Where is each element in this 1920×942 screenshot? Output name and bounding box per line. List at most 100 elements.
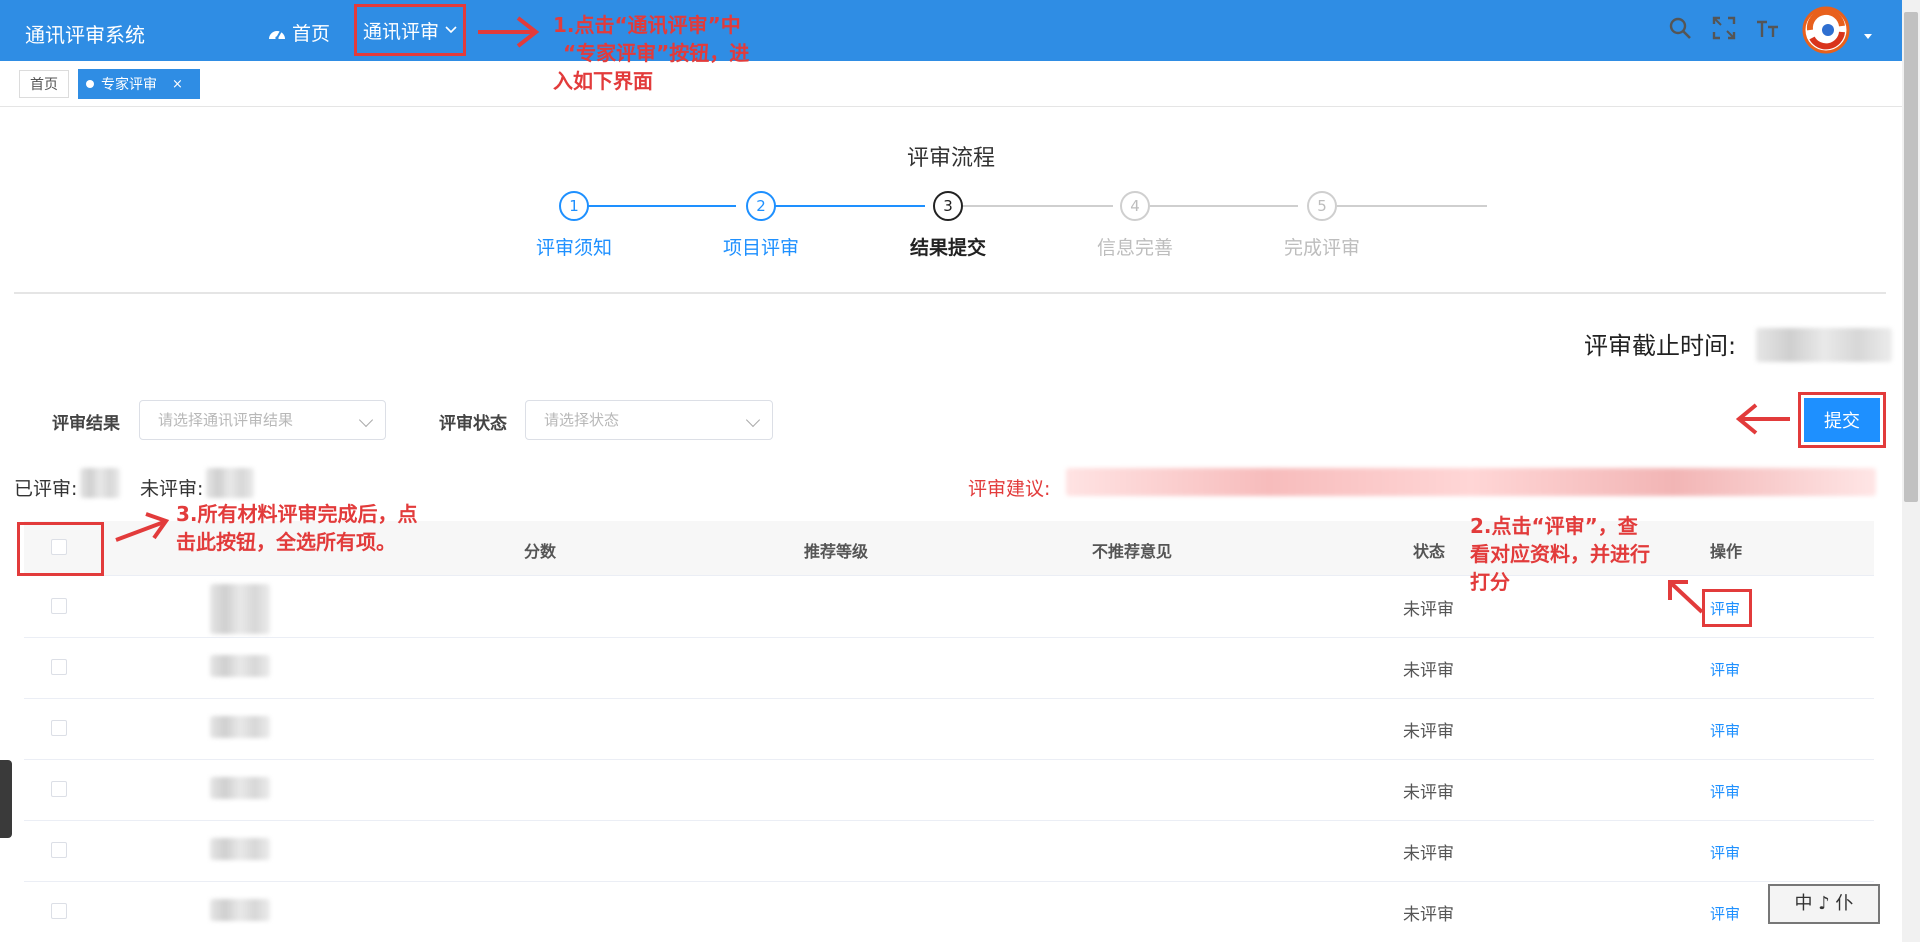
dashboard-icon — [269, 30, 285, 40]
annotation-step1-line3: 入如下界面 — [553, 69, 653, 93]
row-status: 未评审 — [1403, 844, 1454, 864]
row-status: 未评审 — [1403, 600, 1454, 620]
nav-review-menu[interactable]: 通讯评审 — [354, 4, 466, 56]
nav-home-label: 首页 — [292, 23, 331, 45]
tag-bar: 首页 专家评审 × — [0, 61, 1902, 107]
annotation-step2-line2: 看对应资料，并进行 — [1470, 542, 1650, 566]
chevron-down-icon — [745, 412, 761, 428]
result-filter-label: 评审结果 — [52, 414, 120, 434]
steps-title: 评审流程 — [906, 146, 995, 171]
chevron-down-icon — [358, 412, 374, 428]
result-select[interactable]: 请选择通讯评审结果 — [139, 400, 386, 440]
deadline-value-redacted — [1756, 328, 1892, 362]
step-4-number: 4 — [1120, 191, 1150, 221]
step-2-number: 2 — [746, 191, 776, 221]
col-opinion: 不推荐意见 — [1092, 542, 1173, 561]
col-status: 状态 — [1413, 542, 1446, 561]
review-link[interactable]: 评审 — [1710, 659, 1740, 680]
font-size-icon[interactable] — [1756, 16, 1780, 40]
annotation-step2: 2.点击“评审”，查 看对应资料，并进行 打分 — [1470, 512, 1650, 596]
col-grade: 推荐等级 — [804, 542, 869, 561]
step-4-label: 信息完善 — [1096, 237, 1173, 259]
row-status: 未评审 — [1403, 722, 1454, 742]
project-name-redacted — [210, 584, 270, 634]
step-5: 5 完成评审 — [1232, 191, 1412, 260]
section-divider — [14, 292, 1886, 294]
row-checkbox[interactable] — [51, 720, 67, 736]
review-link[interactable]: 评审 — [1710, 842, 1740, 863]
annotation-arrow-upright-icon — [115, 512, 170, 542]
row-checkbox[interactable] — [51, 842, 67, 858]
close-icon[interactable]: × — [172, 77, 183, 92]
tab-expert-review-label: 专家评审 — [101, 77, 157, 93]
watermark-stamp: 中 ♪ 仆 — [1768, 884, 1880, 924]
row-checkbox[interactable] — [51, 598, 67, 614]
reviewed-count-redacted — [80, 468, 120, 498]
step-3-label: 结果提交 — [909, 237, 986, 259]
col-action: 操作 — [1710, 542, 1743, 561]
annotation-step2-line3: 打分 — [1470, 570, 1510, 594]
annotation-step1-line2: “专家评审”按钮，进 — [563, 41, 750, 65]
review-link[interactable]: 评审 — [1710, 781, 1740, 802]
result-select-placeholder: 请选择通讯评审结果 — [158, 411, 294, 429]
step-5-label: 完成评审 — [1283, 237, 1360, 259]
row-checkbox[interactable] — [51, 903, 67, 919]
annotation-arrow-right-icon — [478, 16, 540, 48]
caret-down-icon[interactable] — [1862, 30, 1874, 42]
annotation-step2-line1: 2.点击“评审”，查 — [1470, 514, 1638, 538]
row-status: 未评审 — [1403, 783, 1454, 803]
status-filter-label: 评审状态 — [439, 414, 507, 434]
nav-home[interactable]: 首页 — [268, 19, 330, 46]
annotation-step3-line1: 3.所有材料评审完成后，点 — [176, 502, 418, 526]
row-status: 未评审 — [1403, 661, 1454, 681]
reviewed-count-label: 已评审: — [14, 478, 78, 500]
unreviewed-count-redacted — [206, 468, 254, 498]
annotation-arrow-upleft-icon — [1668, 580, 1704, 614]
review-link[interactable]: 评审 — [1710, 903, 1740, 924]
step-1: 1 评审须知 — [484, 191, 664, 260]
step-4: 4 信息完善 — [1045, 191, 1225, 260]
search-icon[interactable] — [1668, 16, 1692, 40]
table-row — [24, 881, 1874, 942]
app-title: 通讯评审系统 — [25, 23, 145, 47]
annotation-step1: 1.点击“通讯评审”中 “专家评审”按钮，进 入如下界面 — [553, 11, 749, 95]
table-row — [24, 698, 1874, 760]
tab-expert-review[interactable]: 专家评审 × — [78, 69, 200, 99]
active-dot — [86, 80, 94, 88]
select-all-highlight — [17, 522, 104, 576]
top-header: 通讯评审系统 首页 通讯评审 — [0, 0, 1902, 61]
fullscreen-icon[interactable] — [1712, 16, 1736, 40]
annotation-step1-line1: 1.点击“通讯评审”中 — [553, 13, 741, 37]
row-checkbox[interactable] — [51, 781, 67, 797]
project-name-redacted — [210, 716, 270, 738]
step-5-number: 5 — [1307, 191, 1337, 221]
table-row — [24, 759, 1874, 821]
project-name-redacted — [210, 777, 270, 799]
side-widget-handle[interactable] — [0, 760, 12, 838]
row-checkbox[interactable] — [51, 659, 67, 675]
row-status: 未评审 — [1403, 905, 1454, 925]
annotation-step3: 3.所有材料评审完成后，点 击此按钮，全选所有项。 — [176, 500, 418, 556]
submit-highlight: 提交 — [1798, 392, 1886, 448]
step-2: 2 项目评审 — [671, 191, 851, 260]
scrollbar-thumb[interactable] — [1904, 12, 1918, 502]
avatar[interactable] — [1802, 6, 1850, 54]
status-select-placeholder: 请选择状态 — [544, 411, 620, 429]
table-row — [24, 637, 1874, 699]
tab-home[interactable]: 首页 — [19, 70, 69, 98]
status-select[interactable]: 请选择状态 — [525, 400, 773, 440]
suggestion-label: 评审建议: — [968, 478, 1051, 500]
col-score: 分数 — [524, 542, 557, 561]
nav-review-label: 通讯评审 — [362, 20, 439, 43]
table-row — [24, 820, 1874, 882]
deadline-label: 评审截止时间: — [1584, 332, 1737, 360]
step-1-number: 1 — [559, 191, 589, 221]
review-link-highlight — [1702, 589, 1752, 627]
project-name-redacted — [210, 899, 270, 921]
submit-button[interactable]: 提交 — [1804, 398, 1880, 442]
step-2-label: 项目评审 — [722, 237, 799, 259]
annotation-arrow-left-icon — [1736, 403, 1790, 435]
review-link[interactable]: 评审 — [1710, 720, 1740, 741]
step-3: 3 结果提交 — [858, 191, 1038, 260]
annotation-step3-line2: 击此按钮，全选所有项。 — [176, 530, 396, 554]
